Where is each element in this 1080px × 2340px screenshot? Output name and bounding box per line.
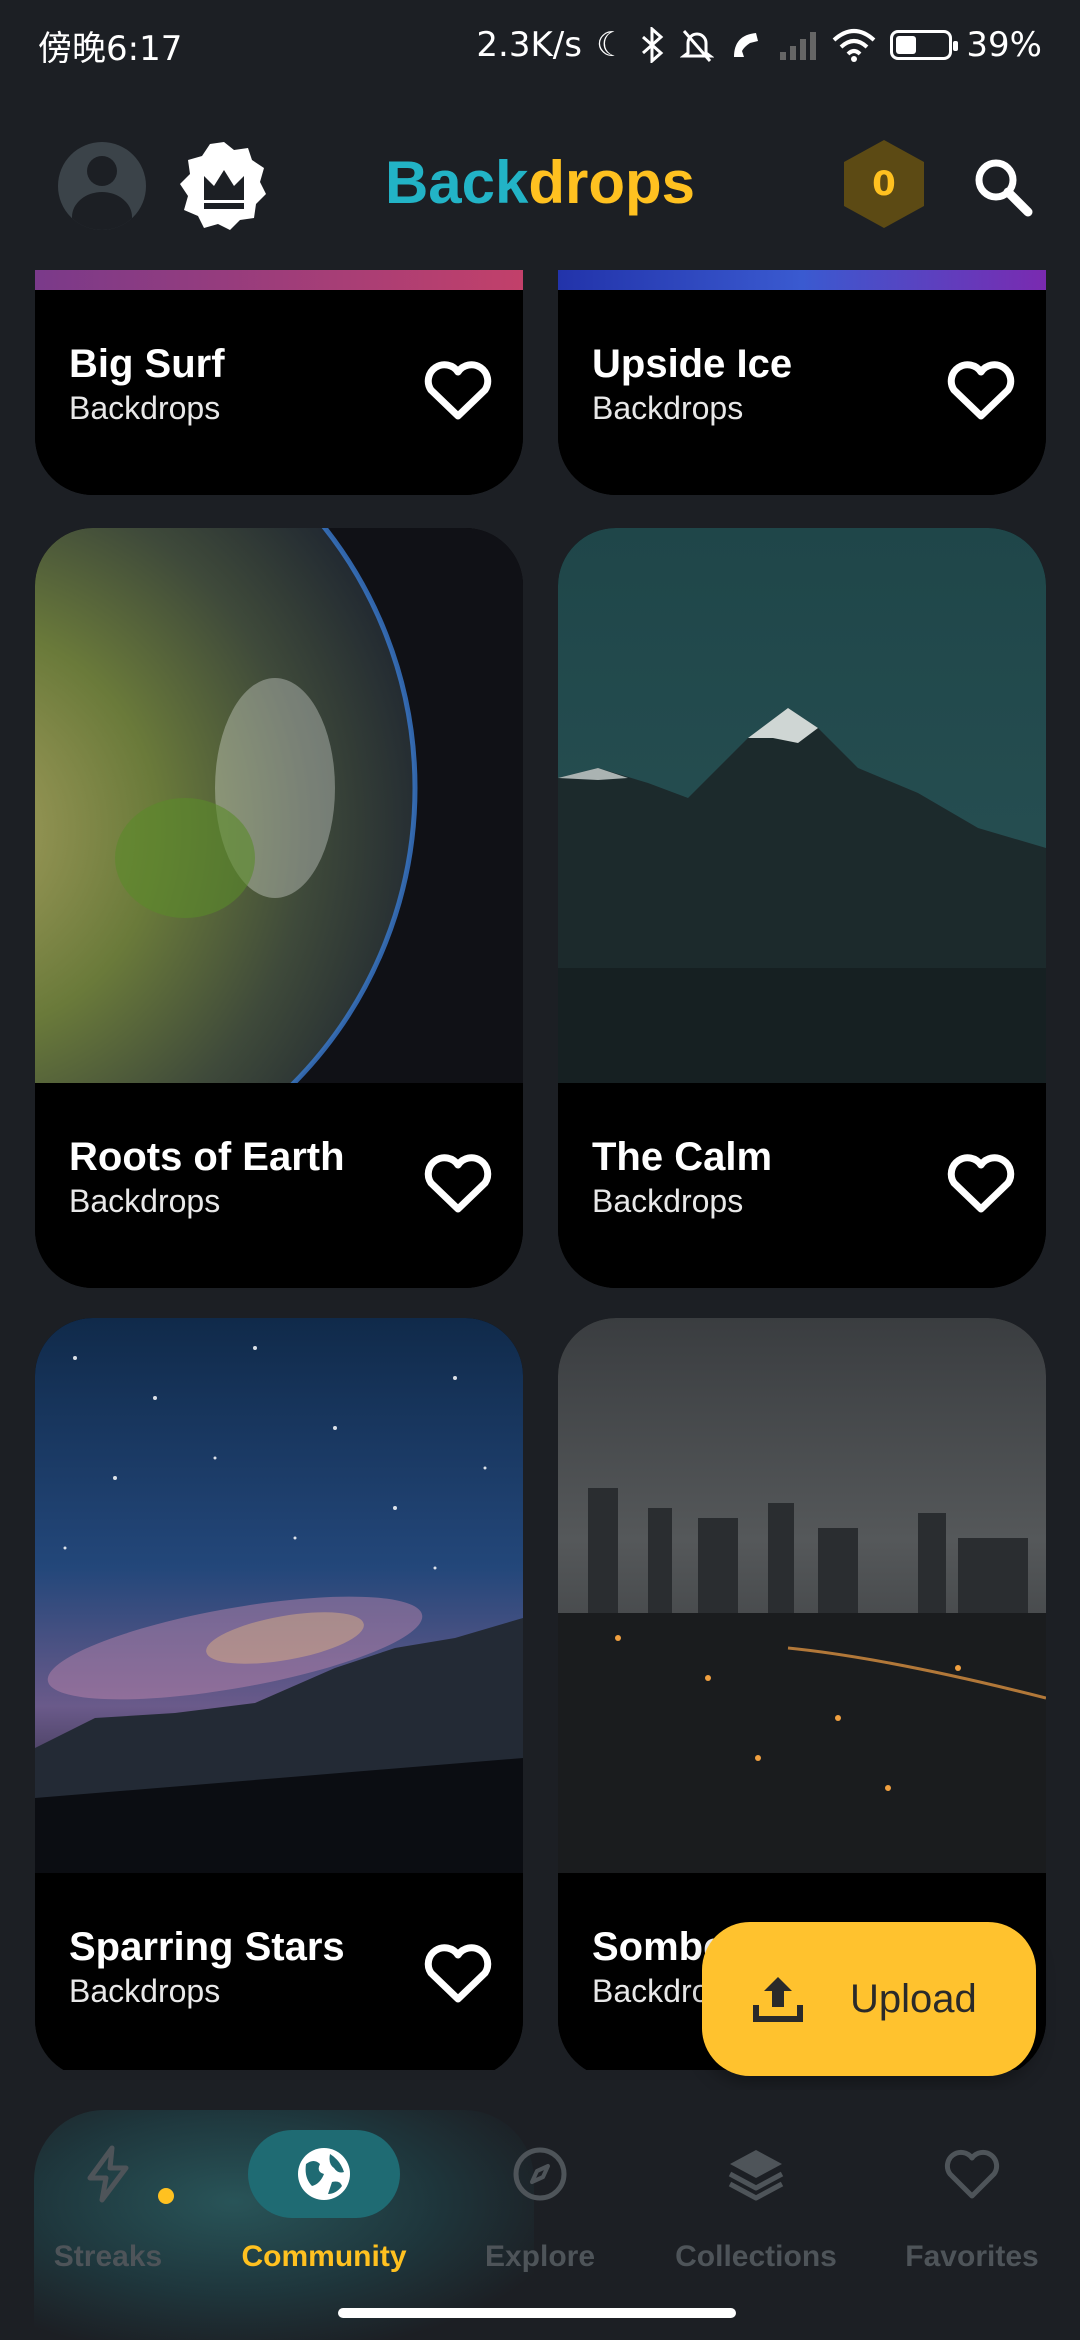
heart-icon	[947, 361, 1015, 420]
status-time: 傍晚6:17	[38, 28, 183, 69]
nav-label: Favorites	[905, 2240, 1039, 2273]
logo-part-drops: drops	[528, 149, 696, 216]
nav-icon-wrap	[248, 2130, 400, 2218]
logo-part-back: Back	[384, 149, 529, 216]
lightning-icon	[87, 2145, 129, 2203]
search-button[interactable]	[970, 154, 1036, 220]
nav-icon-wrap	[32, 2130, 184, 2218]
globe-icon	[298, 2148, 350, 2200]
favorite-button[interactable]	[423, 1151, 493, 1215]
nav-icon-wrap	[680, 2130, 832, 2218]
call-icon	[734, 33, 759, 57]
nav-favorites[interactable]: Favorites	[872, 2130, 1072, 2290]
card-title: The Calm	[592, 1135, 773, 1179]
status-bar: 傍晚6:17 2.3K/s ☾ 39%	[0, 0, 1080, 90]
card-author: Backdrops	[69, 1973, 221, 2009]
favorite-button[interactable]	[946, 358, 1016, 422]
home-indicator[interactable]	[338, 2308, 736, 2318]
wallpaper-card[interactable]: Upside Ice Backdrops	[558, 270, 1046, 495]
heart-icon	[424, 1154, 492, 1213]
mute-icon	[680, 30, 715, 62]
bottom-navigation: Streaks Community Explore Collections Fa…	[0, 2090, 1080, 2340]
nav-label: Streaks	[53, 2240, 163, 2273]
card-info: Big Surf Backdrops	[35, 290, 523, 495]
nav-collections[interactable]: Collections	[656, 2130, 856, 2290]
upload-label: Upload	[850, 1976, 977, 2021]
card-title: Big Surf	[69, 342, 225, 386]
card-info: Sparring Stars Backdrops	[35, 1873, 523, 2070]
search-icon	[975, 159, 1033, 217]
heart-icon	[947, 1154, 1015, 1213]
signal-icon	[780, 32, 817, 60]
app-bar: Backdrops 0	[0, 130, 1080, 240]
card-title: Sparring Stars	[69, 1925, 345, 1969]
wallpaper-image	[558, 1318, 1046, 1873]
card-info: Roots of Earth Backdrops	[35, 1083, 523, 1288]
card-author: Backdrops	[592, 390, 744, 426]
upload-button[interactable]: Upload	[702, 1922, 1036, 2076]
upload-icon	[753, 1977, 803, 2022]
card-title: Roots of Earth	[69, 1135, 345, 1179]
bluetooth-icon	[642, 27, 664, 63]
wifi-icon	[833, 29, 876, 62]
wallpaper-image	[35, 528, 523, 1209]
nav-label: Explore	[484, 2240, 596, 2273]
compass-icon	[513, 2147, 567, 2201]
battery-percent: 39%	[966, 25, 1042, 65]
heart-icon	[424, 361, 492, 420]
card-author: Backdrops	[69, 390, 221, 426]
favorite-button[interactable]	[423, 358, 493, 422]
card-title: Upside Ice	[592, 342, 793, 386]
heart-icon	[424, 1944, 492, 2003]
favorite-button[interactable]	[946, 1151, 1016, 1215]
nav-icon-wrap	[896, 2130, 1048, 2218]
nav-streaks[interactable]: Streaks	[8, 2130, 208, 2290]
nav-label: Community	[241, 2240, 407, 2273]
wallpaper-image	[558, 528, 1046, 1083]
notification-dot	[158, 2188, 174, 2204]
layers-icon	[728, 2150, 784, 2201]
nav-label: Collections	[675, 2240, 837, 2273]
wallpaper-grid: Big Surf Backdrops Upside Ice Backdrops	[0, 270, 1080, 2070]
wallpaper-card[interactable]: The Calm Backdrops	[558, 528, 1046, 1288]
coin-counter[interactable]: 0	[838, 138, 930, 230]
status-icons: 2.3K/s ☾ 39%	[476, 25, 1042, 65]
nav-explore[interactable]: Explore	[440, 2130, 640, 2290]
wallpaper-card[interactable]: Big Surf Backdrops	[35, 270, 523, 495]
card-author: Backdrops	[592, 1183, 744, 1219]
battery-icon	[890, 30, 959, 60]
wallpaper-image	[35, 1318, 523, 1873]
heart-icon	[944, 2149, 1000, 2199]
nav-community[interactable]: Community	[224, 2130, 424, 2290]
wallpaper-card[interactable]: Roots of Earth Backdrops	[35, 528, 523, 1288]
card-info: The Calm Backdrops	[558, 1083, 1046, 1288]
wallpaper-card[interactable]: Sparring Stars Backdrops	[35, 1318, 523, 2070]
card-info: Upside Ice Backdrops	[558, 290, 1046, 495]
favorite-button[interactable]	[423, 1941, 493, 2005]
moon-icon: ☾	[595, 25, 627, 65]
network-speed: 2.3K/s	[476, 25, 582, 65]
card-author: Backdrops	[69, 1183, 221, 1219]
nav-icon-wrap	[464, 2130, 616, 2218]
coin-count: 0	[872, 164, 896, 204]
